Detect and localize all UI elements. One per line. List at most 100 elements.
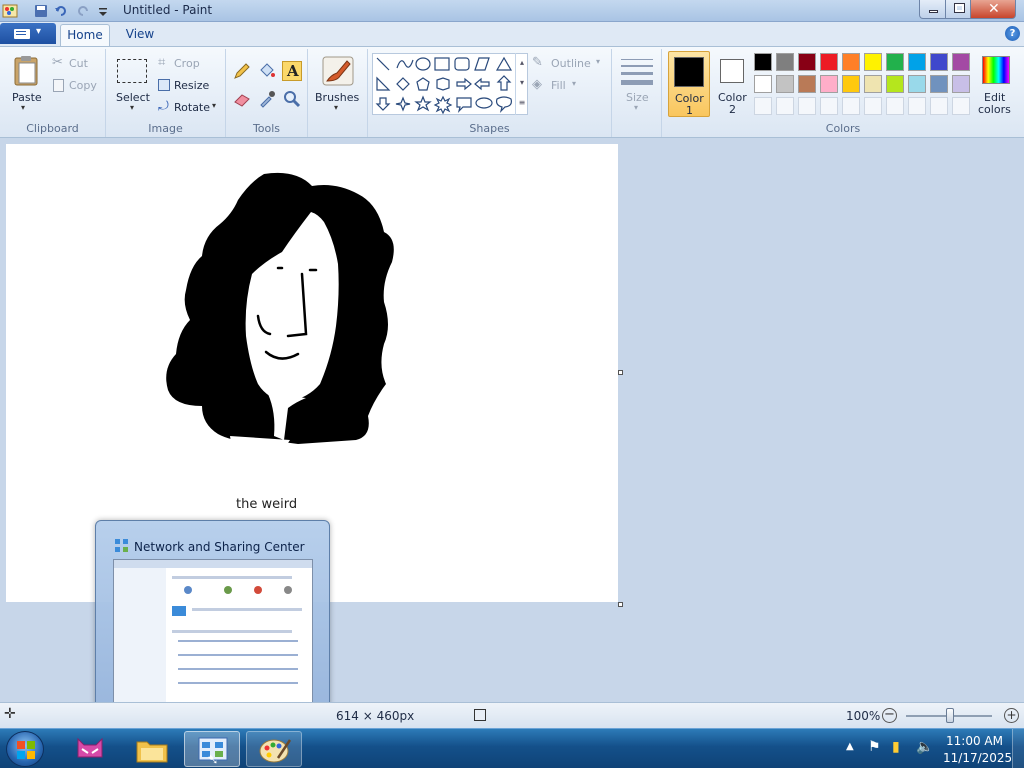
zoom-in-button[interactable]: + [1004, 708, 1019, 723]
close-icon: ✕ [988, 1, 1000, 17]
color-swatch[interactable] [820, 75, 838, 93]
color-picker-tool[interactable] [257, 89, 277, 109]
zoom-slider-thumb[interactable] [946, 708, 954, 723]
color-swatch[interactable] [798, 75, 816, 93]
zoom-level: 100% [846, 709, 881, 723]
copy-button[interactable]: Copy [52, 77, 100, 95]
paint-app-icon[interactable] [2, 3, 18, 19]
edit-colors-button[interactable]: Edit colors [974, 51, 1020, 117]
color-swatch[interactable] [820, 53, 838, 71]
eraser-tool[interactable] [232, 89, 252, 109]
copy-label: Copy [69, 79, 97, 92]
save-icon[interactable] [34, 3, 48, 19]
color-swatch[interactable] [886, 53, 904, 71]
color-swatch[interactable] [842, 75, 860, 93]
volume-muted-icon[interactable]: 🔈 [916, 739, 933, 755]
custom-color-slot[interactable] [864, 97, 882, 115]
outline-button[interactable]: ✎ Outline ▾ [532, 55, 606, 73]
size-button[interactable]: Size ▾ [618, 53, 656, 119]
network-status-icon[interactable]: ▮ [892, 739, 900, 755]
color-swatch[interactable] [754, 53, 772, 71]
color-swatch[interactable] [864, 75, 882, 93]
network-icon [115, 539, 128, 552]
show-desktop-button[interactable] [1012, 729, 1024, 768]
image-group: Select ▾ ⌗ Crop Resize ⤾ Rotate ▾ Image [106, 49, 226, 137]
crop-label: Crop [174, 57, 200, 70]
canvas-resize-handle-right[interactable] [618, 370, 623, 375]
color-swatch[interactable] [886, 75, 904, 93]
tab-view[interactable]: View [115, 24, 165, 46]
action-center-flag-icon[interactable]: ⚑ [868, 739, 881, 755]
shapes-gallery[interactable] [372, 53, 528, 115]
crop-button[interactable]: ⌗ Crop [158, 55, 218, 73]
resize-icon [158, 79, 170, 91]
chevron-down-icon: ▾ [36, 26, 42, 37]
rotate-button[interactable]: ⤾ Rotate ▾ [158, 99, 222, 117]
zoom-out-button[interactable]: − [882, 708, 897, 723]
color-swatch[interactable] [864, 53, 882, 71]
clock-date[interactable]: 11/17/2025 [943, 751, 1012, 765]
windows-logo-icon [17, 741, 35, 759]
color-swatch[interactable] [776, 75, 794, 93]
color-swatch[interactable] [908, 75, 926, 93]
color-swatch[interactable] [952, 75, 970, 93]
color-swatch[interactable] [952, 53, 970, 71]
cut-button[interactable]: ✂ Cut [52, 55, 100, 73]
select-button[interactable]: Select ▾ [112, 51, 152, 117]
color-swatch[interactable] [776, 53, 794, 71]
paste-button[interactable]: Paste ▾ [8, 51, 48, 117]
cursor-position-icon: ✛ [4, 706, 16, 722]
pencil-tool[interactable] [232, 61, 252, 81]
custom-color-slot[interactable] [886, 97, 904, 115]
color-swatch[interactable] [908, 53, 926, 71]
undo-icon[interactable] [54, 3, 68, 19]
color-swatch[interactable] [798, 53, 816, 71]
taskbar-app-cat[interactable] [62, 731, 118, 767]
minimize-button[interactable] [919, 0, 946, 19]
color-swatch[interactable] [842, 53, 860, 71]
show-hidden-icons-button[interactable]: ▲ [846, 741, 854, 752]
help-icon[interactable]: ? [1005, 26, 1020, 41]
folder-icon [136, 741, 168, 763]
color1-button[interactable]: Color 1 [668, 51, 710, 117]
tab-home[interactable]: Home [60, 24, 110, 46]
brushes-button[interactable]: Brushes ▾ [312, 51, 364, 117]
outline-label: Outline [551, 57, 591, 70]
cat-app-icon [77, 737, 103, 758]
custom-color-slot[interactable] [842, 97, 860, 115]
custom-color-slot[interactable] [930, 97, 948, 115]
text-tool[interactable]: A [282, 61, 302, 81]
restore-button[interactable] [945, 0, 971, 19]
paint-menu-button[interactable]: ▾ [0, 23, 56, 44]
custom-color-slot[interactable] [776, 97, 794, 115]
resize-button[interactable]: Resize [158, 77, 218, 95]
rainbow-icon [982, 56, 1010, 84]
redo-icon[interactable] [76, 3, 90, 19]
taskbar-thumbnail-preview[interactable]: Network and Sharing Center [95, 520, 330, 720]
size-group: Size ▾ [612, 49, 662, 137]
color-swatch[interactable] [754, 75, 772, 93]
customize-quick-access-icon[interactable] [98, 3, 108, 19]
taskbar-explorer[interactable] [124, 731, 180, 767]
fill-button[interactable]: ◈ Fill ▾ [532, 77, 606, 95]
custom-color-slot[interactable] [952, 97, 970, 115]
custom-color-slot[interactable] [754, 97, 772, 115]
canvas-caption-text: the weird [236, 497, 298, 512]
custom-color-slot[interactable] [820, 97, 838, 115]
taskbar-paint[interactable] [246, 731, 302, 767]
color-swatch[interactable] [930, 53, 948, 71]
start-button[interactable] [6, 731, 44, 767]
magnifier-tool[interactable] [282, 89, 302, 109]
custom-color-slot[interactable] [798, 97, 816, 115]
color2-button[interactable]: Color 2 [712, 51, 754, 117]
custom-color-slot[interactable] [908, 97, 926, 115]
taskbar-network-sharing-center[interactable]: ➷ [184, 731, 240, 768]
color-swatch[interactable] [930, 75, 948, 93]
fill-tool[interactable] [257, 61, 277, 81]
canvas-resize-handle-corner[interactable] [618, 602, 623, 607]
color2-swatch [720, 59, 744, 83]
close-button[interactable]: ✕ [970, 0, 1016, 19]
shapes-scroll[interactable]: ▴ ▾ ≡ [515, 53, 528, 115]
clock-time[interactable]: 11:00 AM [946, 734, 1003, 748]
fill-label: Fill [551, 79, 566, 92]
